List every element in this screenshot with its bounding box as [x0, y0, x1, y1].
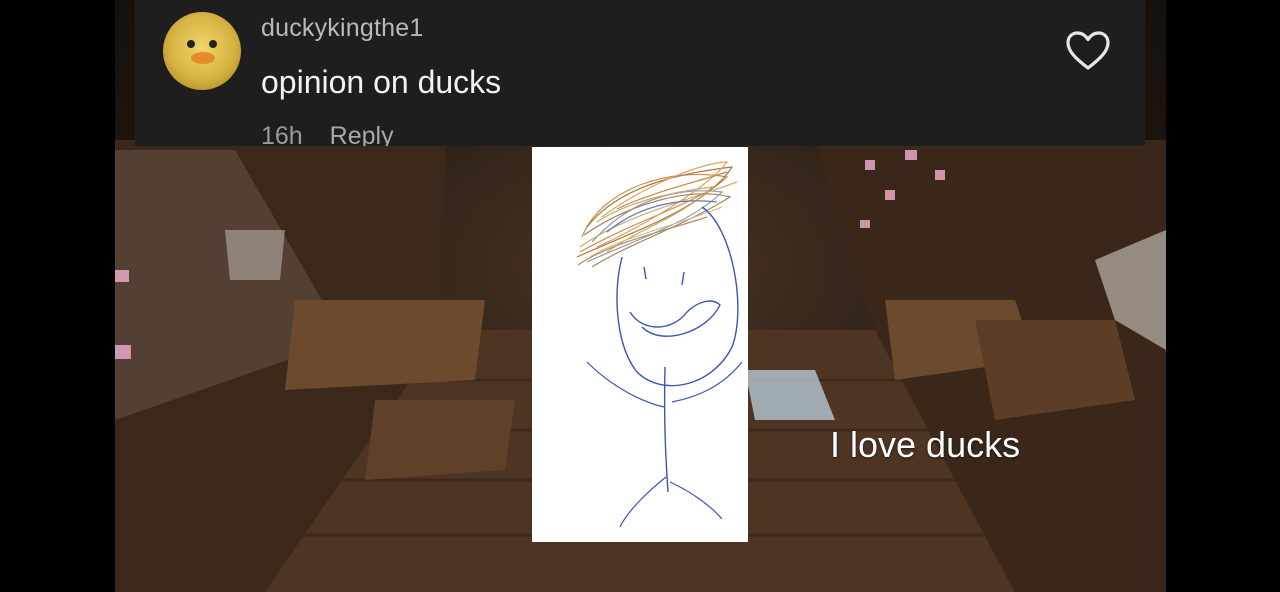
comment-card: duckykingthe1 opinion on ducks 16h Reply	[135, 0, 1145, 146]
comment-meta: 16h Reply	[261, 122, 394, 146]
avatar-beak	[191, 52, 215, 64]
avatar[interactable]	[163, 12, 241, 90]
avatar-eye	[187, 40, 195, 48]
left-letterbox	[0, 0, 115, 592]
caption-text: I love ducks	[830, 424, 1021, 465]
comment-text: opinion on ducks	[261, 64, 502, 100]
reply-button[interactable]: Reply	[330, 122, 394, 146]
stick-figure-icon	[576, 161, 743, 528]
stick-figure-drawing	[532, 147, 748, 542]
right-letterbox	[1166, 0, 1280, 592]
avatar-eye	[209, 40, 217, 48]
comment-username[interactable]: duckykingthe1	[261, 14, 423, 43]
heart-outline-icon[interactable]	[1065, 30, 1111, 72]
comment-time: 16h	[261, 122, 303, 146]
